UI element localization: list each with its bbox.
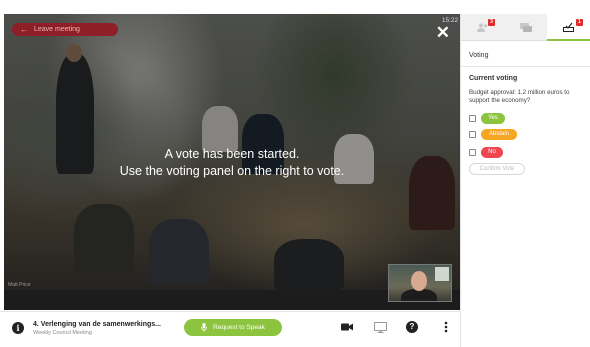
agenda-item-title[interactable]: 4. Verlenging van de samenwerkings... (33, 321, 161, 328)
self-view-face (411, 271, 427, 291)
request-to-speak-label: Request to Speak (213, 324, 265, 331)
meeting-controls-bar: i 4. Verlenging van de samenwerkings... … (0, 311, 460, 347)
vote-option-abstain[interactable]: Abstain (469, 128, 579, 140)
participants-icon (476, 23, 487, 32)
help-button[interactable]: ? (404, 320, 420, 334)
self-view-video[interactable] (388, 264, 452, 302)
info-icon[interactable]: i (12, 322, 24, 334)
tab-participants[interactable]: 3 (461, 14, 504, 41)
vote-icon (563, 22, 574, 32)
video-watermark: Matt Price (8, 282, 31, 288)
tab-chat[interactable] (504, 14, 547, 41)
current-voting-heading: Current voting (469, 75, 518, 82)
leave-meeting-button[interactable]: ← Leave meeting (12, 23, 118, 36)
tab-voting[interactable]: 1 (547, 14, 590, 41)
video-stage: Matt Price ← Leave meeting 15:22 ✕ A vot… (4, 14, 460, 310)
meeting-name: Weekly Council Meeting (33, 330, 92, 336)
vote-message-line2: Use the voting panel on the right to vot… (119, 164, 345, 178)
more-vertical-icon (444, 321, 448, 333)
vote-option-no[interactable]: No (469, 146, 579, 158)
video-camera-button[interactable] (339, 320, 355, 334)
panel-tabs: 3 1 (461, 14, 590, 41)
top-spacer (0, 0, 590, 14)
vote-message-line1: A vote has been started. (164, 147, 300, 161)
meeting-app: Matt Price ← Leave meeting 15:22 ✕ A vot… (0, 0, 590, 347)
close-icon[interactable]: ✕ (436, 24, 450, 41)
screen-share-button[interactable] (372, 320, 388, 334)
participants-badge: 3 (488, 19, 495, 26)
vote-option-yes[interactable]: Yes (469, 112, 579, 124)
vote-option-checkbox[interactable] (469, 130, 476, 138)
self-view-background (435, 267, 449, 281)
chat-icon (519, 22, 532, 32)
leave-meeting-label: Leave meeting (34, 26, 80, 33)
help-icon: ? (406, 321, 418, 333)
panel-title: Voting (469, 52, 489, 59)
microphone-icon (201, 323, 208, 332)
vote-option-checkbox[interactable] (469, 114, 476, 122)
vote-option-label[interactable]: No (481, 146, 503, 158)
vote-option-label[interactable]: Yes (481, 112, 505, 124)
panel-divider (461, 66, 590, 67)
vote-option-checkbox[interactable] (469, 148, 476, 156)
arrow-left-icon: ← (20, 24, 28, 34)
vote-question: Budget approval: 1.2 million euros to su… (469, 89, 570, 104)
side-panel: 3 1 Voting Current voting Budget approva… (460, 14, 590, 347)
confirm-vote-button[interactable]: Confirm Vote (469, 163, 525, 175)
vote-option-label[interactable]: Abstain (481, 128, 517, 140)
monitor-icon (373, 321, 387, 333)
voting-badge: 1 (576, 19, 583, 26)
more-options-button[interactable] (438, 320, 454, 334)
request-to-speak-button[interactable]: Request to Speak (184, 319, 282, 336)
video-camera-icon (341, 323, 353, 331)
vote-started-message: A vote has been started. Use the voting … (4, 146, 460, 180)
